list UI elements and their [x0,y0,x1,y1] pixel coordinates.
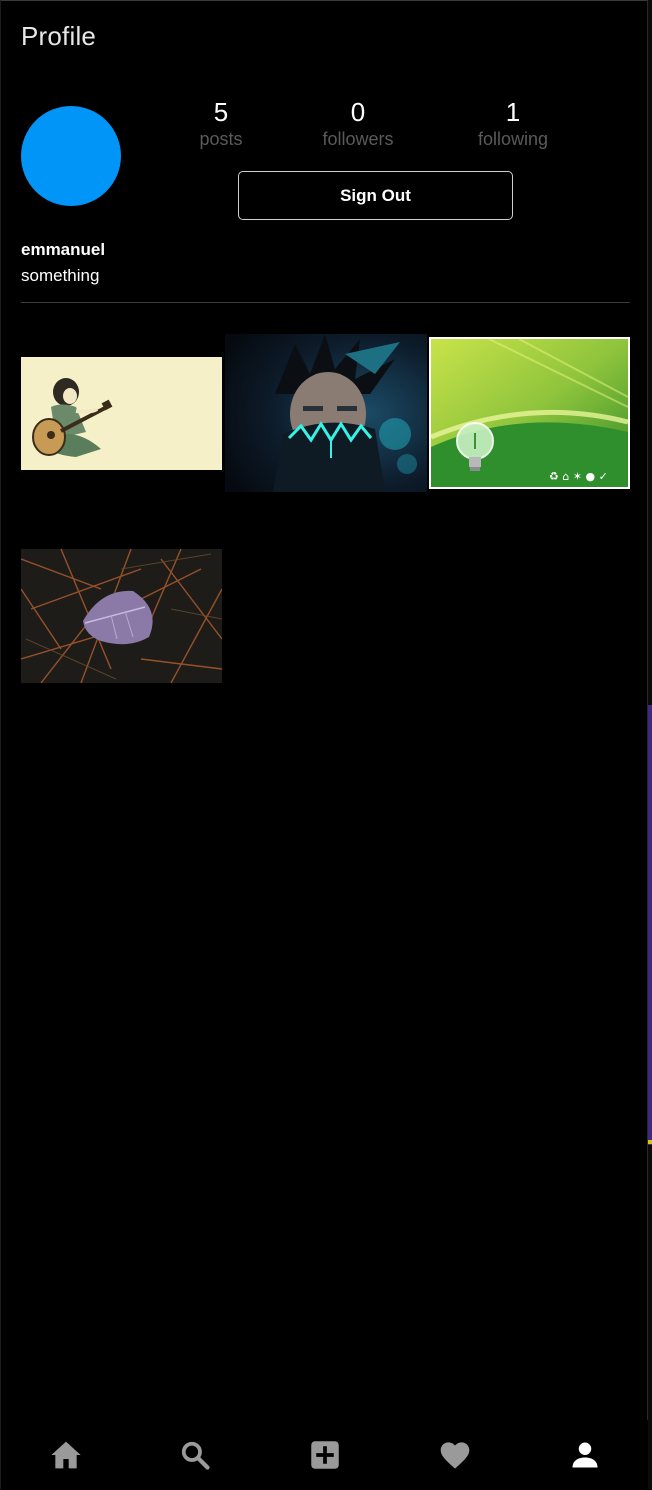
leaf-photo [21,549,222,683]
stat-posts[interactable]: 5 posts [191,96,251,150]
profile-icon [572,1442,598,1468]
post-thumbnail-masked-character[interactable] [225,334,427,492]
posts-label: posts [199,129,243,149]
search-icon [181,1441,210,1470]
svg-text:♻ ⌂ ✶ ● ✓: ♻ ⌂ ✶ ● ✓ [549,470,608,483]
masked-character-illustration [225,334,427,492]
following-count: 1 [505,97,521,127]
nav-profile[interactable] [568,1438,602,1472]
nav-search[interactable] [178,1438,212,1472]
followers-count: 0 [350,97,366,127]
page-title: Profile [21,21,97,51]
background-window-fragment [648,1140,652,1144]
post-thumbnail-lightbulb[interactable]: ♻ ⌂ ✶ ● ✓ [429,337,630,489]
post-thumbnail-leaf[interactable] [21,549,222,683]
sign-out-button[interactable]: Sign Out [238,171,513,220]
home-icon [51,1441,81,1469]
bio: something [21,266,100,285]
guitar-illustration [21,357,222,470]
followers-label: followers [322,129,394,149]
stat-followers[interactable]: 0 followers [315,96,401,150]
nav-add[interactable] [308,1438,342,1472]
posts-count: 5 [213,97,229,127]
add-box-icon [311,1441,339,1469]
app-frame: Profile 5 posts 0 followers 1 following … [0,0,649,1490]
username: emmanuel [21,240,106,259]
nav-activity[interactable] [438,1438,472,1472]
following-label: following [477,129,549,149]
avatar[interactable] [21,106,121,206]
heart-icon [440,1442,470,1469]
background-window-fragment [648,705,652,1145]
nav-home[interactable] [49,1438,83,1472]
stat-following[interactable]: 1 following [469,96,557,150]
bottom-nav [1,1420,649,1490]
divider [21,302,630,303]
post-thumbnail-guitar[interactable] [21,357,222,470]
lightbulb-graphic: ♻ ⌂ ✶ ● ✓ [429,337,630,489]
